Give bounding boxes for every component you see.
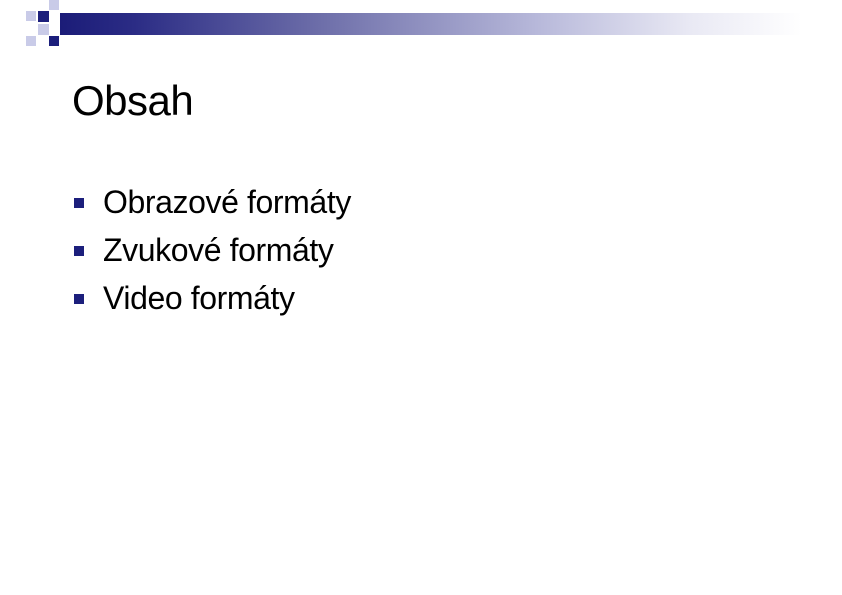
slide-title: Obsah: [72, 77, 194, 124]
bullet-text: Obrazové formáty: [103, 184, 351, 220]
bullet-list: Obrazové formáty Zvukové formáty Video f…: [74, 178, 351, 322]
presentation-slide: Obsah Obrazové formáty Zvukové formáty V…: [0, 0, 842, 595]
bullet-text: Zvukové formáty: [103, 232, 334, 268]
corner-square-light: [26, 36, 36, 46]
square-bullet-icon: [74, 198, 84, 208]
corner-square-dark: [49, 36, 59, 46]
bullet-item: Video formáty: [74, 274, 351, 322]
bullet-item: Zvukové formáty: [74, 226, 351, 274]
bullet-text: Video formáty: [103, 280, 295, 316]
square-bullet-icon: [74, 246, 84, 256]
bullet-item: Obrazové formáty: [74, 178, 351, 226]
square-bullet-icon: [74, 294, 84, 304]
corner-square-light: [38, 24, 49, 35]
corner-square-light: [26, 11, 36, 21]
corner-square-light: [49, 0, 59, 10]
corner-square-dark: [38, 11, 49, 22]
header-gradient-bar: [60, 13, 802, 35]
